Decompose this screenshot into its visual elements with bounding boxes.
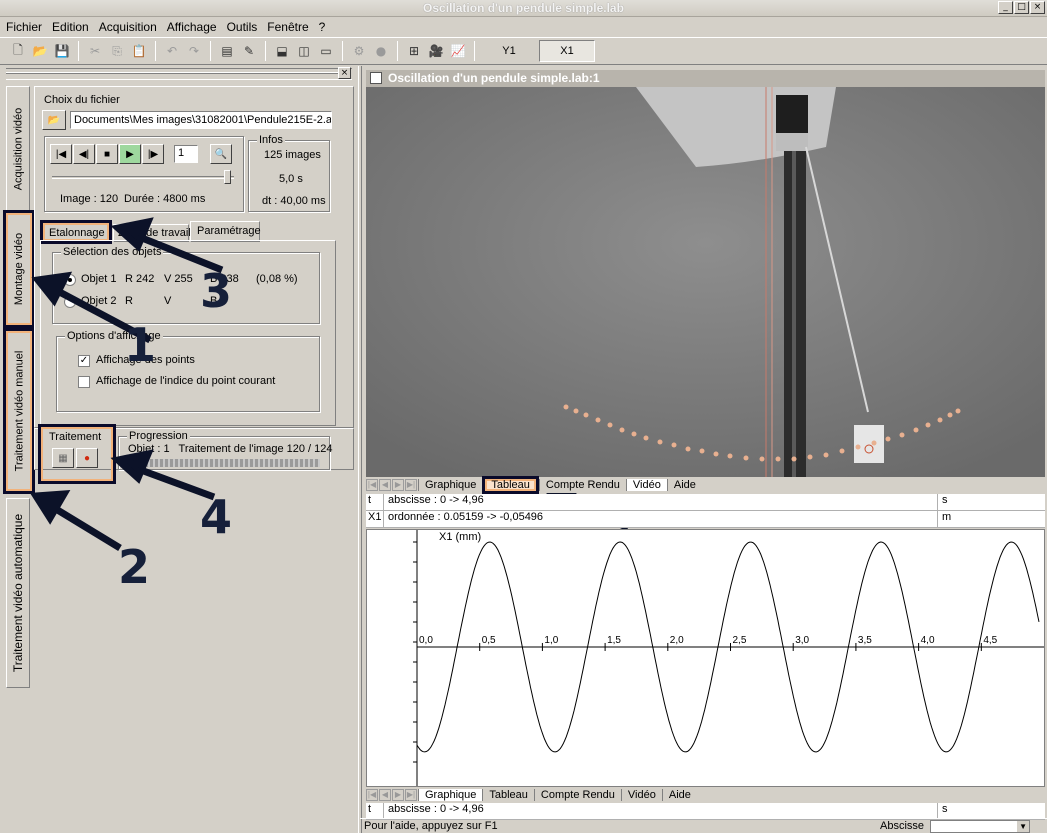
x-tick-label: 3,5: [858, 635, 872, 646]
pendulum-video-image: [366, 87, 1045, 477]
oscillation-chart: X1 (mm) 0,0 0,5 1,0 1,5 2,0 2,5 3,0 3,5 4,0 4,5: [413, 530, 1044, 786]
next-tab-icon[interactable]: ▶: [392, 789, 404, 801]
tab-compte-rendu[interactable]: Compte Rendu: [538, 479, 626, 491]
lower-tabstrip: |◀ ◀ ▶ ▶| Graphique Tableau Compte Rendu…: [366, 787, 1045, 803]
x-tick-label: 3,0: [795, 635, 809, 646]
document-icon: [370, 72, 382, 84]
x-tick-label: 4,0: [921, 635, 935, 646]
x-tick-label: 2,0: [670, 635, 684, 646]
y-axis-label: X1 (mm): [439, 531, 481, 543]
pane-splitter[interactable]: [358, 66, 362, 833]
video-frame[interactable]: [366, 87, 1045, 477]
last-tab-icon[interactable]: ▶|: [405, 789, 417, 801]
abscisse-label: Abscisse: [880, 820, 925, 832]
status-bar: Pour l'aide, appuyez sur F1 Abscisse ▼: [360, 818, 1047, 833]
annotation-4: 4: [200, 490, 233, 544]
tab-graphique[interactable]: Graphique: [418, 479, 482, 491]
annotation-1: 1: [124, 318, 157, 372]
prev-tab-icon[interactable]: ◀: [379, 479, 391, 491]
annotation-3: 3: [200, 264, 233, 318]
first-tab-icon[interactable]: |◀: [366, 479, 378, 491]
tab-graphique[interactable]: Graphique: [418, 789, 483, 801]
x-tick-label: 0,5: [482, 635, 496, 646]
tab-tableau[interactable]: Tableau: [482, 789, 534, 801]
next-tab-icon[interactable]: ▶: [392, 479, 404, 491]
graph-area[interactable]: X1 (mm) 0,0 0,5 1,0 1,5 2,0 2,5 3,0 3,5 4,0 4,5: [366, 529, 1045, 787]
chevron-down-icon: ▼: [1017, 820, 1030, 832]
tab-video[interactable]: Vidéo: [625, 479, 667, 491]
tab-video[interactable]: Vidéo: [620, 789, 662, 801]
x-tick-label: 2,5: [733, 635, 747, 646]
tab-aide[interactable]: Aide: [666, 479, 702, 491]
tab-aide[interactable]: Aide: [661, 789, 697, 801]
tab-compte-rendu[interactable]: Compte Rendu: [533, 789, 621, 801]
help-text: Pour l'aide, appuyez sur F1: [364, 820, 498, 832]
tab-tableau[interactable]: Tableau: [482, 476, 539, 494]
x-tick-label: 4,5: [983, 635, 997, 646]
variables-table: t abscisse : 0 -> 4,96 s X1 ordonnée : 0…: [366, 494, 1045, 528]
first-tab-icon[interactable]: |◀: [366, 789, 378, 801]
x-tick-label: 1,5: [607, 635, 621, 646]
last-tab-icon[interactable]: ▶|: [405, 479, 417, 491]
document-title: Oscillation d'un pendule simple.lab:1: [366, 70, 1045, 87]
annotation-2: 2: [118, 540, 151, 594]
prev-tab-icon[interactable]: ◀: [379, 789, 391, 801]
table-row[interactable]: X1 ordonnée : 0.05159 -> -0,05496 m: [366, 511, 1045, 528]
upper-tabstrip: |◀ ◀ ▶ ▶| Graphique Tableau Compte Rendu…: [366, 476, 1045, 494]
x-tick-label: 1,0: [544, 635, 558, 646]
abscisse-select[interactable]: ▼: [930, 819, 1031, 833]
table-row[interactable]: t abscisse : 0 -> 4,96 s: [366, 494, 1045, 511]
x-tick-label: 0,0: [419, 635, 433, 646]
